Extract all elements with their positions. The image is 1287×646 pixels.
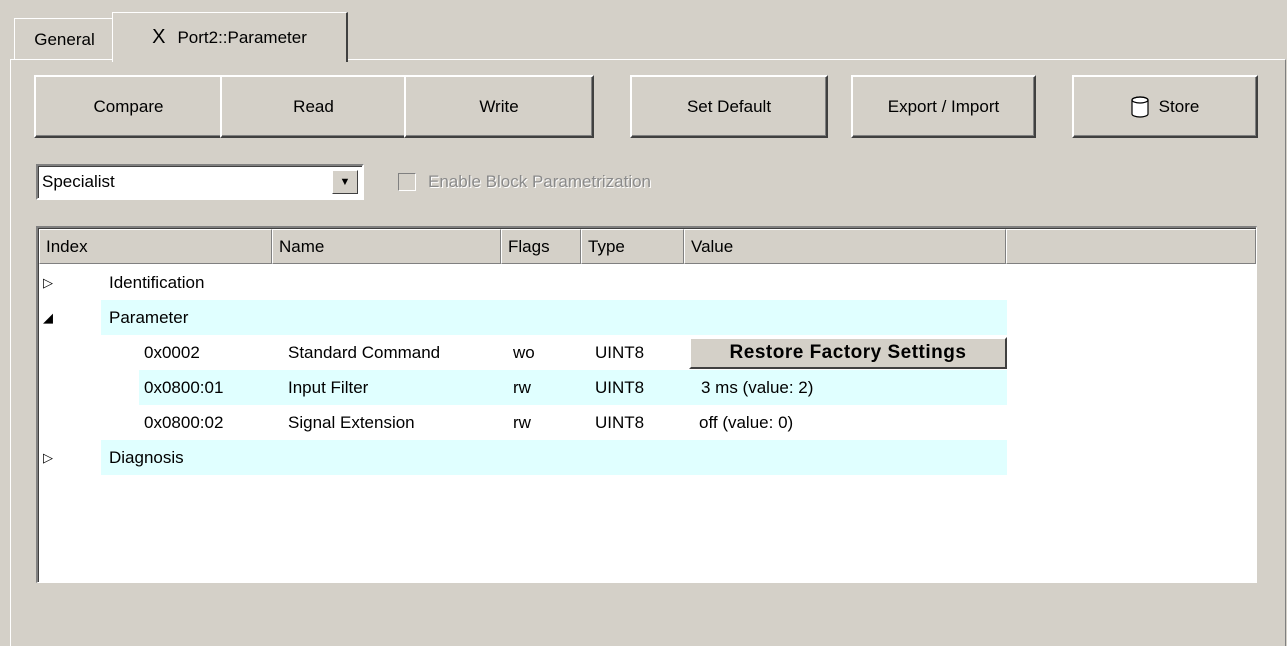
- row-highlight: [101, 300, 1007, 335]
- table-row-input-filter[interactable]: 0x0800:01 Input Filter rw UINT8 3 ms (va…: [39, 370, 1255, 405]
- column-header-value-label: Value: [691, 236, 734, 256]
- collapse-icon[interactable]: ◢: [43, 300, 53, 335]
- group-label: Identification: [109, 272, 205, 292]
- table-row-diagnosis[interactable]: ▷ Diagnosis: [39, 440, 1255, 475]
- group-label: Parameter: [109, 307, 189, 327]
- table-header: Index Name Flags Type Value: [39, 229, 1256, 264]
- cell-type: UINT8: [595, 412, 645, 432]
- database-icon: [1131, 95, 1149, 118]
- expand-icon[interactable]: ▷: [43, 265, 53, 300]
- set-default-button[interactable]: Set Default: [630, 75, 828, 138]
- column-header-extra[interactable]: [1006, 229, 1256, 264]
- tab-strip: General X Port2::Parameter: [0, 0, 1287, 62]
- column-header-value[interactable]: Value: [684, 229, 1006, 264]
- row-highlight: [139, 370, 1007, 405]
- tab-port2-parameter-label: Port2::Parameter: [177, 27, 307, 47]
- mode-select[interactable]: Specialist ▼: [36, 164, 364, 200]
- row-highlight: [101, 440, 1007, 475]
- column-header-index[interactable]: Index: [39, 229, 272, 264]
- cell-name: Input Filter: [288, 377, 369, 397]
- set-default-button-label: Set Default: [686, 96, 772, 116]
- mode-select-value: Specialist: [42, 172, 115, 191]
- export-import-button-label: Export / Import: [887, 96, 1000, 116]
- restore-factory-settings-button[interactable]: Restore Factory Settings: [689, 337, 1007, 369]
- write-button-label: Write: [479, 96, 519, 116]
- cell-flags: rw: [513, 412, 531, 432]
- enable-block-parametrization-checkbox[interactable]: Enable Block Parametrization: [398, 171, 651, 193]
- tab-general[interactable]: General: [14, 18, 116, 60]
- cell-index: 0x0002: [144, 342, 200, 362]
- group-label: Diagnosis: [109, 447, 184, 467]
- close-icon[interactable]: X: [152, 26, 165, 49]
- restore-factory-settings-label: Restore Factory Settings: [729, 342, 967, 363]
- cell-flags: wo: [513, 342, 535, 362]
- cell-value[interactable]: off (value: 0): [699, 405, 793, 440]
- compare-button[interactable]: Compare: [34, 75, 223, 138]
- cell-name: Signal Extension: [288, 412, 415, 432]
- write-button[interactable]: Write: [404, 75, 594, 138]
- parameter-table[interactable]: Index Name Flags Type Value ▷ Identifica…: [36, 226, 1257, 583]
- tab-port2-parameter[interactable]: X Port2::Parameter: [112, 12, 348, 62]
- table-row-standard-command[interactable]: 0x0002 Standard Command wo UINT8 Restore…: [39, 335, 1255, 370]
- checkbox-box[interactable]: [398, 173, 416, 191]
- cell-index: 0x0800:02: [144, 412, 224, 432]
- column-header-flags-label: Flags: [508, 236, 550, 256]
- expand-icon[interactable]: ▷: [43, 440, 53, 475]
- compare-button-label: Compare: [93, 96, 164, 116]
- cell-type: UINT8: [595, 377, 645, 397]
- store-button-label: Store: [1158, 96, 1200, 116]
- column-header-name[interactable]: Name: [272, 229, 501, 264]
- cell-value[interactable]: 3 ms (value: 2): [701, 370, 813, 405]
- enable-block-parametrization-label: Enable Block Parametrization: [428, 172, 652, 191]
- cell-flags: rw: [513, 377, 531, 397]
- tab-general-label: General: [34, 29, 95, 49]
- export-import-button[interactable]: Export / Import: [851, 75, 1036, 138]
- table-row-parameter[interactable]: ◢ Parameter: [39, 300, 1255, 335]
- cell-type: UINT8: [595, 342, 645, 362]
- table-row-identification[interactable]: ▷ Identification: [39, 265, 1255, 300]
- chevron-down-icon[interactable]: ▼: [332, 170, 358, 194]
- cell-name: Standard Command: [288, 342, 441, 362]
- store-button[interactable]: Store: [1072, 75, 1258, 138]
- table-row-signal-extension[interactable]: 0x0800:02 Signal Extension rw UINT8 off …: [39, 405, 1255, 440]
- column-header-type[interactable]: Type: [581, 229, 684, 264]
- column-header-flags[interactable]: Flags: [501, 229, 581, 264]
- column-header-name-label: Name: [279, 236, 325, 256]
- read-button-label: Read: [293, 96, 334, 116]
- column-header-type-label: Type: [588, 236, 625, 256]
- cell-index: 0x0800:01: [144, 377, 224, 397]
- column-header-index-label: Index: [46, 236, 88, 256]
- read-button[interactable]: Read: [220, 75, 407, 138]
